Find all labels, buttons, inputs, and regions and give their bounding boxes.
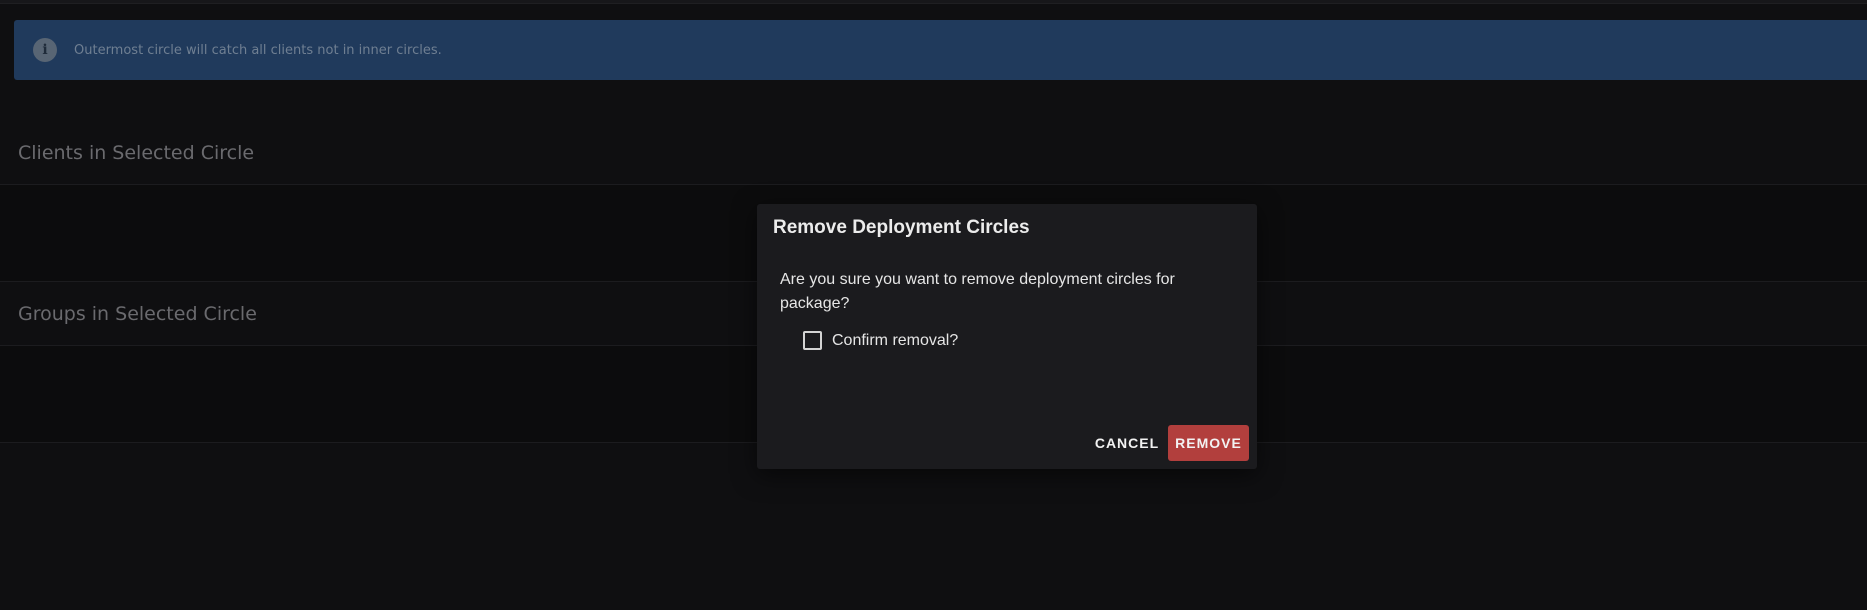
clients-section-title: Clients in Selected Circle — [18, 142, 255, 164]
remove-button[interactable]: REMOVE — [1168, 425, 1249, 461]
info-banner-text: Outermost circle will catch all clients … — [74, 42, 442, 58]
confirm-removal-row[interactable]: Confirm removal? — [803, 331, 958, 350]
dialog-title: Remove Deployment Circles — [773, 217, 1030, 238]
groups-section-title: Groups in Selected Circle — [18, 303, 257, 325]
cancel-button[interactable]: CANCEL — [1086, 425, 1168, 461]
clients-section-header: Clients in Selected Circle — [0, 120, 1867, 185]
info-icon: i — [33, 38, 57, 62]
page: i Outermost circle will catch all client… — [0, 0, 1867, 610]
top-divider — [0, 0, 1867, 4]
confirm-removal-label[interactable]: Confirm removal? — [832, 332, 958, 350]
info-banner: i Outermost circle will catch all client… — [14, 20, 1867, 80]
confirm-removal-checkbox[interactable] — [803, 331, 822, 350]
remove-circles-dialog: Remove Deployment Circles Are you sure y… — [757, 204, 1257, 469]
dialog-message: Are you sure you want to remove deployme… — [780, 271, 1175, 312]
